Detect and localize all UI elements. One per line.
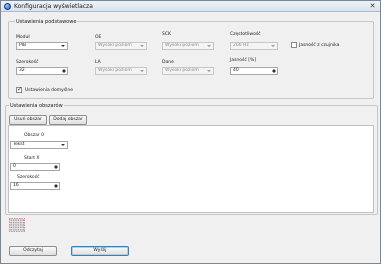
brightness-value: 40 [233, 68, 239, 73]
preview-pixel [20, 224, 22, 226]
config-window: Konfiguracja wyświetlacza ✕ Ustawienia p… [0, 0, 381, 264]
data-select[interactable]: Wysoki poziom [162, 67, 214, 75]
brightness-sensor-checkbox[interactable] [291, 42, 297, 48]
chevron-down-icon [140, 45, 144, 47]
title-bar[interactable]: Konfiguracja wyświetlacza ✕ [1, 1, 380, 12]
preview-pixel [10, 226, 12, 229]
preview-pixel [17, 224, 20, 226]
close-icon[interactable]: ✕ [368, 2, 377, 10]
preview-pixel [10, 224, 12, 226]
add-area-button[interactable]: Dodaj obszar [49, 115, 87, 125]
module-select[interactable]: PIB [16, 42, 68, 50]
preview-pixel [20, 221, 22, 224]
area-panel: Obszar 0 Tekst Start X 0 Szerokość 16 [8, 125, 374, 213]
sck-select[interactable]: Wysoki poziom [162, 42, 214, 50]
preview-pixel [12, 226, 15, 229]
preview-pixel [15, 224, 17, 226]
preview-pixel [17, 221, 20, 224]
preview-pixel [17, 226, 20, 229]
start-x-label: Start X [24, 156, 40, 161]
start-x-value: 0 [13, 164, 16, 169]
brightness-sensor-label: Jasność z czujnika [299, 43, 340, 48]
area-width-label: Szerokość [17, 175, 40, 180]
module-value: PIB [19, 43, 27, 48]
preview-pixel [12, 221, 15, 224]
area-settings-title: Ustawienia obszarów [9, 103, 64, 109]
brightness-stepper[interactable]: 40 [230, 67, 278, 75]
oe-select[interactable]: Wysoki poziom [95, 42, 147, 50]
preview-pixel [20, 229, 22, 231]
send-button[interactable]: Wyślij [71, 246, 129, 256]
remove-area-button[interactable]: Usuń obszar [9, 115, 47, 125]
defaults-checkbox[interactable] [16, 86, 22, 93]
area-title: Obszar 0 [24, 133, 45, 138]
display-preview [9, 218, 25, 232]
freq-label: Częstotliwość [230, 32, 261, 37]
la-value: Wysoki poziom [98, 68, 132, 73]
la-label: LA [95, 60, 101, 65]
chevron-down-icon [207, 45, 211, 47]
preview-pixel [22, 224, 24, 226]
preview-pixel [10, 221, 12, 224]
preview-pixel [12, 219, 15, 221]
preview-pixel [17, 229, 20, 231]
start-x-stepper[interactable]: 0 [10, 163, 60, 171]
la-select[interactable]: Wysoki poziom [95, 67, 147, 75]
window-title: Konfiguracja wyświetlacza [14, 3, 93, 10]
preview-pixel [20, 226, 22, 229]
width-label: Szerokość [16, 60, 39, 65]
preview-pixel [17, 219, 20, 221]
area-width-stepper[interactable]: 16 [10, 182, 60, 190]
preview-pixel [22, 229, 24, 231]
data-value: Wysoki poziom [165, 68, 199, 73]
app-icon [4, 3, 11, 10]
basic-settings-title: Ustawienia podstawowe [15, 19, 78, 25]
module-label: Moduł [16, 35, 30, 40]
width-stepper[interactable]: 32 [16, 67, 68, 75]
preview-pixel [22, 219, 24, 221]
chevron-down-icon [207, 70, 211, 72]
chevron-down-icon [271, 45, 275, 47]
read-button[interactable]: Odczytaj [9, 246, 57, 256]
preview-pixel [20, 219, 22, 221]
chevron-down-icon [61, 144, 65, 146]
preview-pixel [12, 229, 15, 231]
chevron-down-icon [140, 70, 144, 72]
oe-label: OE [95, 35, 102, 40]
sck-label: SCK [162, 32, 171, 37]
stepper-down-icon[interactable] [54, 186, 58, 188]
width-value: 32 [19, 68, 25, 73]
preview-pixel [15, 229, 17, 231]
preview-pixel [15, 221, 17, 224]
defaults-label: Ustawienia domyślne [25, 88, 74, 93]
stepper-down-icon[interactable] [62, 71, 66, 73]
brightness-label: Jasność [%] [230, 58, 257, 63]
stepper-down-icon[interactable] [54, 167, 58, 169]
chevron-down-icon [61, 45, 65, 47]
oe-value: Wysoki poziom [98, 43, 132, 48]
freq-value: 200 Hz [233, 43, 249, 48]
preview-pixel [10, 219, 12, 221]
preview-pixel [15, 226, 17, 229]
preview-pixel [15, 219, 17, 221]
area-type-value: Tekst [13, 142, 25, 147]
preview-pixel [12, 224, 15, 226]
data-label: Dane [162, 60, 174, 65]
preview-pixel [22, 226, 24, 229]
preview-pixel [22, 221, 24, 224]
freq-select[interactable]: 200 Hz [230, 42, 278, 50]
area-type-select[interactable]: Tekst [10, 141, 68, 149]
sck-value: Wysoki poziom [165, 43, 199, 48]
preview-pixel [10, 229, 12, 231]
stepper-down-icon[interactable] [272, 71, 276, 73]
area-width-value: 16 [13, 183, 19, 188]
